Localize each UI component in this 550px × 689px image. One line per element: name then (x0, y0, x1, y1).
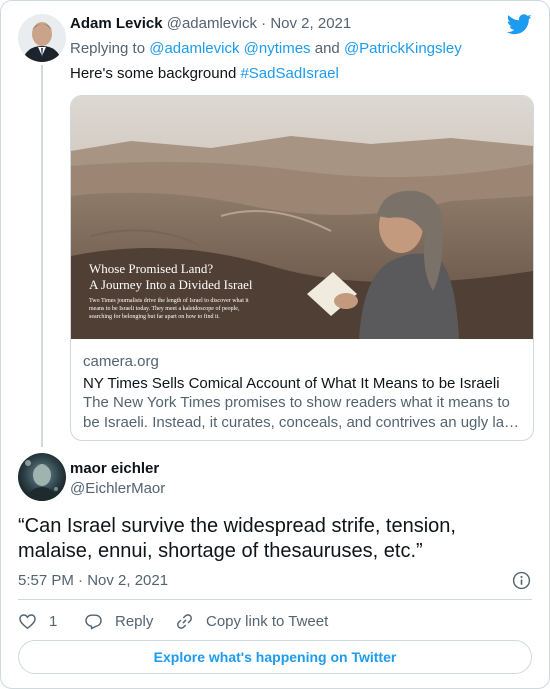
parent-author-name[interactable]: Adam Levick (70, 15, 163, 32)
reply-button[interactable]: Reply (84, 611, 153, 631)
card-image-headline-2: A Journey Into a Divided Israel (89, 277, 253, 292)
parent-tweet-date[interactable]: Nov 2, 2021 (270, 15, 351, 32)
card-image-headline-1: Whose Promised Land? (89, 261, 213, 276)
parent-tweet[interactable]: Adam Levick @adamlevick · Nov 2, 2021 Re… (1, 1, 549, 447)
parent-tweet-header: Adam Levick @adamlevick · Nov 2, 2021 (70, 15, 351, 32)
heart-icon (19, 613, 36, 629)
like-button[interactable]: 1 (18, 611, 57, 631)
card-image-caption-2: means to be Israeli today. They meet a k… (89, 305, 240, 312)
parent-author-handle[interactable]: @adamlevick (167, 15, 257, 32)
replying-to-last-handle[interactable]: @PatrickKingsley (344, 40, 462, 57)
parent-tweet-body: Here's some background (70, 65, 241, 82)
tweet-timestamp[interactable]: 5:57 PM · Nov 2, 2021 (18, 572, 168, 589)
main-author-handle[interactable]: @EichlerMaor (70, 480, 165, 497)
main-author-avatar[interactable] (18, 453, 66, 501)
thread-connector-line (41, 65, 43, 447)
card-title: NY Times Sells Comical Account of What I… (83, 375, 500, 392)
header-separator: · (261, 15, 267, 32)
main-author-name[interactable]: maor eichler (70, 460, 159, 477)
reply-label: Reply (115, 612, 154, 630)
copy-link-label: Copy link to Tweet (206, 612, 329, 630)
explore-twitter-button[interactable]: Explore what's happening on Twitter (18, 640, 532, 674)
replying-to-line: Replying to @adamlevick @nytimes and @Pa… (70, 40, 462, 57)
replying-to-label: Replying to (70, 40, 150, 57)
replying-to-handles[interactable]: @adamlevick @nytimes (149, 40, 310, 57)
reply-bubble-icon (85, 613, 102, 629)
main-tweet-text: “Can Israel survive the widespread strif… (18, 515, 456, 562)
card-image: Whose Promised Land? A Journey Into a Di… (71, 96, 533, 339)
card-image-caption-3: searching for belonging but far apart on… (89, 313, 220, 320)
replying-to-and: and (310, 40, 344, 57)
parent-tweet-text: Here's some background #SadSadIsrael (70, 65, 339, 82)
parent-author-avatar[interactable] (18, 14, 66, 62)
info-icon[interactable] (512, 571, 531, 590)
card-domain: camera.org (83, 353, 159, 370)
like-count: 1 (49, 612, 58, 630)
twitter-bird-icon[interactable] (507, 14, 532, 35)
card-description: The New York Times promises to show read… (83, 394, 520, 431)
hashtag-link[interactable]: #SadSadIsrael (240, 65, 338, 82)
tweet-embed: Adam Levick @adamlevick · Nov 2, 2021 Re… (0, 0, 550, 689)
link-preview-card[interactable]: Whose Promised Land? A Journey Into a Di… (70, 95, 534, 441)
copy-link-button[interactable]: Copy link to Tweet (175, 611, 328, 631)
link-icon (177, 613, 192, 629)
divider (18, 599, 532, 600)
card-image-caption-1: Two Times journalists drive the length o… (89, 297, 249, 304)
